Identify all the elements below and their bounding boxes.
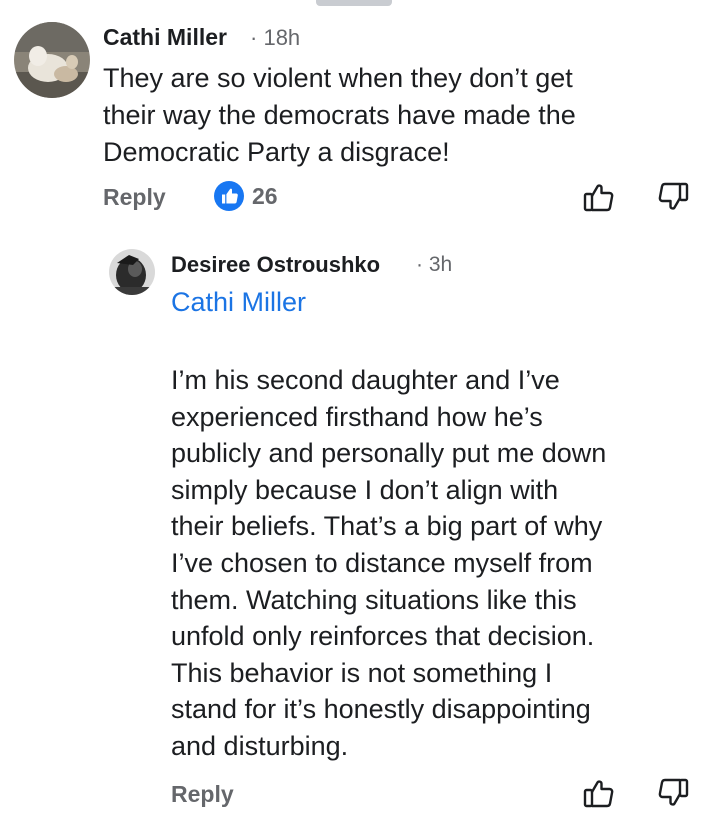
comment-line: They are so violent when they don’t get <box>103 63 573 93</box>
reply-like-button[interactable] <box>582 776 616 810</box>
reaction-summary[interactable]: 26 <box>214 181 278 211</box>
reply-reply-button[interactable]: Reply <box>171 781 234 808</box>
reaction-count: 26 <box>252 182 278 209</box>
reply-time[interactable]: 3h <box>429 253 452 276</box>
comment-reply-button[interactable]: Reply <box>103 184 166 211</box>
reply-author[interactable]: Desiree Ostroushko <box>171 252 380 278</box>
comment-author[interactable]: Cathi Miller <box>103 24 227 51</box>
comment-dislike-button[interactable] <box>656 180 690 214</box>
avatar-photo <box>14 22 90 98</box>
meta-separator: · <box>416 253 423 276</box>
reply-line: unfold only reinforces that decision. <box>171 621 595 652</box>
reply-line: publicly and personally put me down <box>171 438 607 469</box>
reply-mention-link[interactable]: Cathi Miller <box>171 287 306 318</box>
reply-line: I’ve chosen to distance myself from <box>171 547 593 578</box>
reply-body: I’m his second daughter and I’ve experie… <box>171 362 701 765</box>
reply-line: This behavior is not something I <box>171 657 553 688</box>
reply-line: their beliefs. That’s a big part of why <box>171 511 603 542</box>
comment-time[interactable]: 18h <box>263 25 300 50</box>
thumbs-up-icon <box>583 780 614 808</box>
reply-meta: · 3h <box>416 253 452 277</box>
thumbs-down-icon <box>658 182 689 210</box>
comment-meta: · 18h <box>250 25 300 51</box>
avatar-desiree-ostroushko[interactable] <box>109 249 155 295</box>
sheet-drag-handle[interactable] <box>316 0 392 6</box>
reply-line: stand for it’s honestly disappointing <box>171 694 591 725</box>
comment-like-button[interactable] <box>582 180 616 214</box>
avatar-cathi-miller[interactable] <box>14 22 90 98</box>
reply-line: experienced firsthand how he’s <box>171 401 543 432</box>
reply-line: I’m his second daughter and I’ve <box>171 365 560 395</box>
thumbs-up-icon <box>583 184 614 212</box>
reply-dislike-button[interactable] <box>656 776 690 810</box>
reply-line: and disturbing. <box>171 730 349 761</box>
thumbs-down-icon <box>658 778 689 806</box>
reply-line: them. Watching situations like this <box>171 584 577 615</box>
reply-line: simply because I don’t align with <box>171 474 559 505</box>
comment-line: Democratic Party a disgrace! <box>103 137 450 167</box>
like-reaction-icon <box>214 181 244 211</box>
comment-body: They are so violent when they don’t get … <box>103 60 576 171</box>
meta-separator: · <box>250 25 258 50</box>
avatar-photo <box>109 249 155 295</box>
comment-line: their way the democrats have made the <box>103 100 576 130</box>
